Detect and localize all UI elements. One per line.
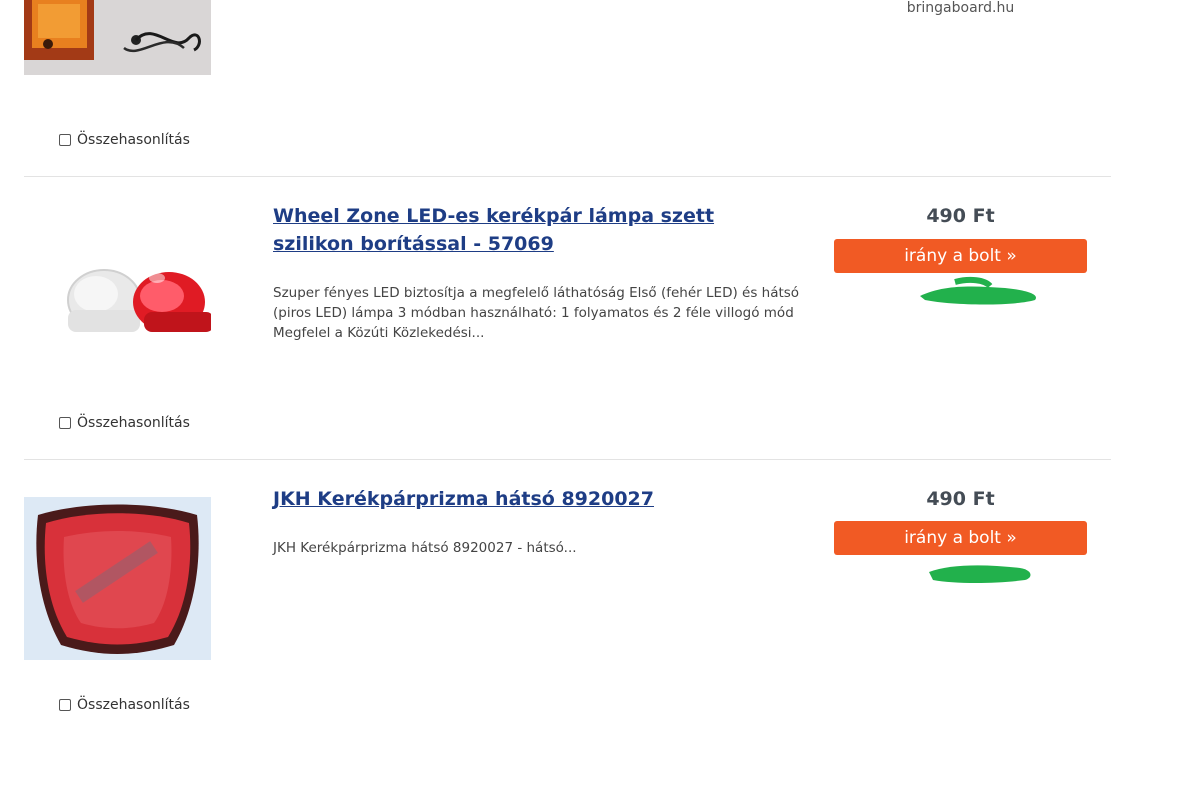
product-price: 490 Ft [926,488,995,510]
checkbox-icon[interactable] [59,134,71,146]
checkbox-icon[interactable] [59,417,71,429]
product-description: JKH Kerékpárprizma hátsó 8920027 - hátsó… [273,540,577,556]
product-image-reflector-with-wire[interactable] [24,0,211,75]
compare-checkbox[interactable]: Összehasonlítás [59,697,190,713]
go-to-shop-button[interactable]: irány a bolt » [834,521,1087,555]
compare-checkbox[interactable]: Összehasonlítás [59,132,190,148]
rear-reflector-image [24,497,211,660]
row-divider [24,459,1111,460]
product-image-led-lamp-set[interactable] [24,210,211,375]
compare-label: Összehasonlítás [77,415,190,431]
product-price: 490 Ft [926,205,995,227]
product-description: Szuper fényes LED biztosítja a megfelelő… [273,285,800,341]
shop-name: bringaboard.hu [906,0,1015,16]
led-lamp-set-image [24,210,211,375]
row-divider [24,176,1111,177]
product-image-rear-reflector[interactable] [24,497,211,660]
product-list: bringaboard.hu Összehasonlítás Wheel Zon… [0,0,1200,800]
product-title-link[interactable]: JKH Kerékpárprizma hátsó 8920027 [273,485,793,513]
go-to-shop-button[interactable]: irány a bolt » [834,239,1087,273]
checkbox-icon[interactable] [59,699,71,711]
compare-label: Összehasonlítás [77,132,190,148]
redaction-scribble [920,276,1036,305]
compare-checkbox[interactable]: Összehasonlítás [59,415,190,431]
product-title-link[interactable]: Wheel Zone LED-es kerékpár lámpa szett s… [273,202,793,258]
redaction-scribble [929,565,1031,583]
reflector-with-wire-image [24,0,211,75]
compare-label: Összehasonlítás [77,697,190,713]
